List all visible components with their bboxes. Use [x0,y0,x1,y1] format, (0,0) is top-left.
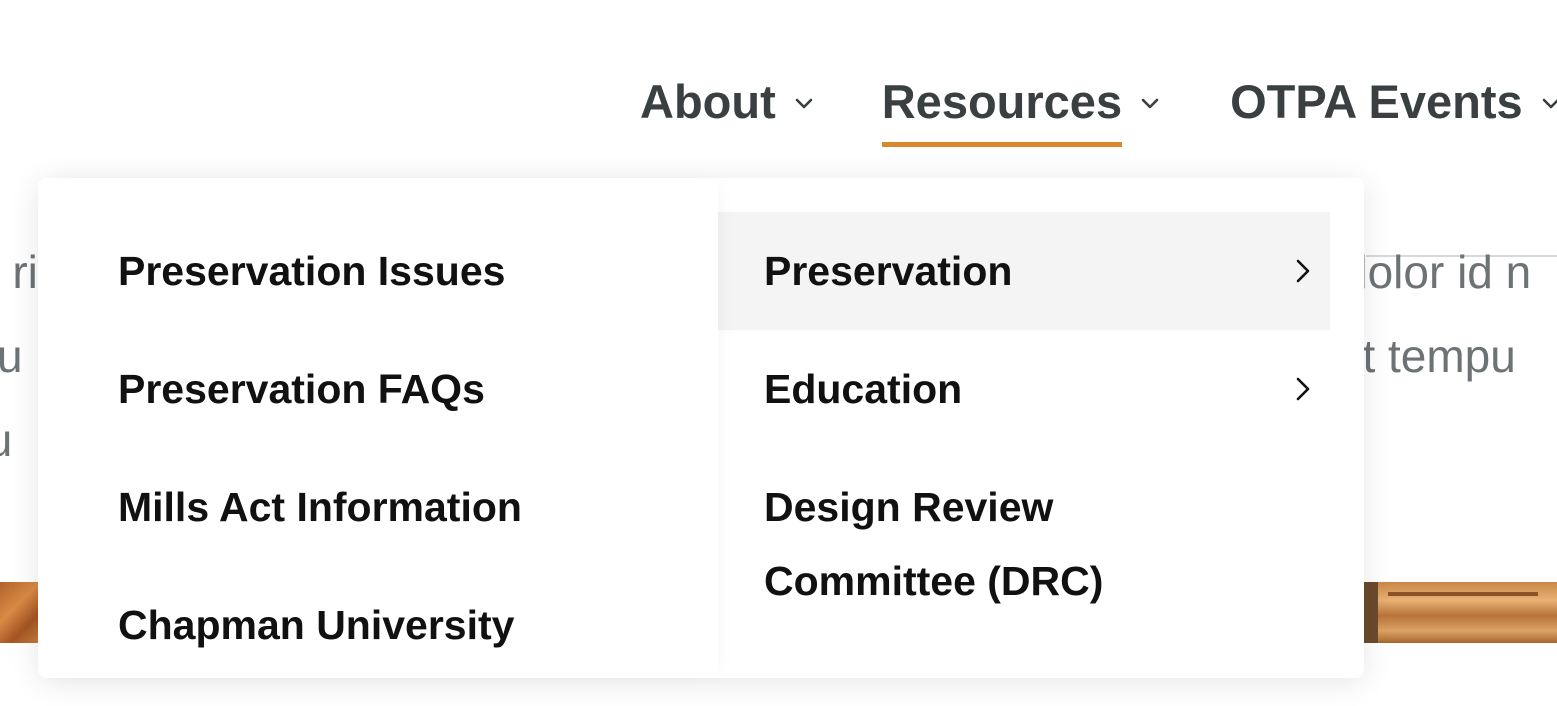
background-photo-right [1364,582,1557,643]
submenu-item-preservation-faqs[interactable]: Preservation FAQs [38,352,718,470]
background-photo-left [0,582,40,643]
menu-item-preservation[interactable]: Preservation [718,212,1330,330]
nav-label-resources: Resources [881,66,1123,147]
background-text-right: dolor id n lit tempu [1342,230,1531,398]
preservation-submenu: Preservation Issues Preservation FAQs Mi… [38,178,718,678]
resources-dropdown: Preservation Issues Preservation FAQs Mi… [38,178,1364,678]
submenu-item-chapman-university[interactable]: Chapman University [38,588,718,706]
chevron-down-icon [1542,98,1557,109]
submenu-item-mills-act-information[interactable]: Mills Act Information [38,470,718,588]
menu-item-education[interactable]: Education [718,330,1330,448]
background-text-line: su [0,330,23,382]
nav-label-about: About [640,75,776,128]
resources-menu: Preservation Education Design Review Com… [718,178,1364,678]
chevron-right-icon [1296,259,1310,283]
nav-item-otpa-events[interactable]: OTPA Events [1230,66,1557,138]
submenu-item-preservation-issues[interactable]: Preservation Issues [38,234,718,352]
main-navigation: About Resources OTPA Events [640,66,1557,147]
background-text-line: dolor id n [1342,246,1532,298]
menu-item-design-review-committee[interactable]: Design Review Committee (DRC) [718,448,1138,618]
chevron-down-icon [795,98,813,109]
background-text-line: tu [0,398,38,482]
nav-label-otpa-events: OTPA Events [1230,75,1523,128]
background-text-left: o ri su tu [0,230,38,482]
menu-item-label: Preservation [764,248,1013,294]
dropdown-pointer [1016,160,1054,179]
nav-item-resources[interactable]: Resources [881,66,1160,147]
chevron-right-icon [1296,377,1310,401]
chevron-down-icon [1141,98,1159,109]
menu-item-label: Design Review Committee (DRC) [764,484,1104,604]
nav-item-about[interactable]: About [640,66,814,138]
menu-item-label: Education [764,366,963,412]
background-text-line: o ri [0,246,38,298]
background-text-line: lit tempu [1342,330,1516,382]
